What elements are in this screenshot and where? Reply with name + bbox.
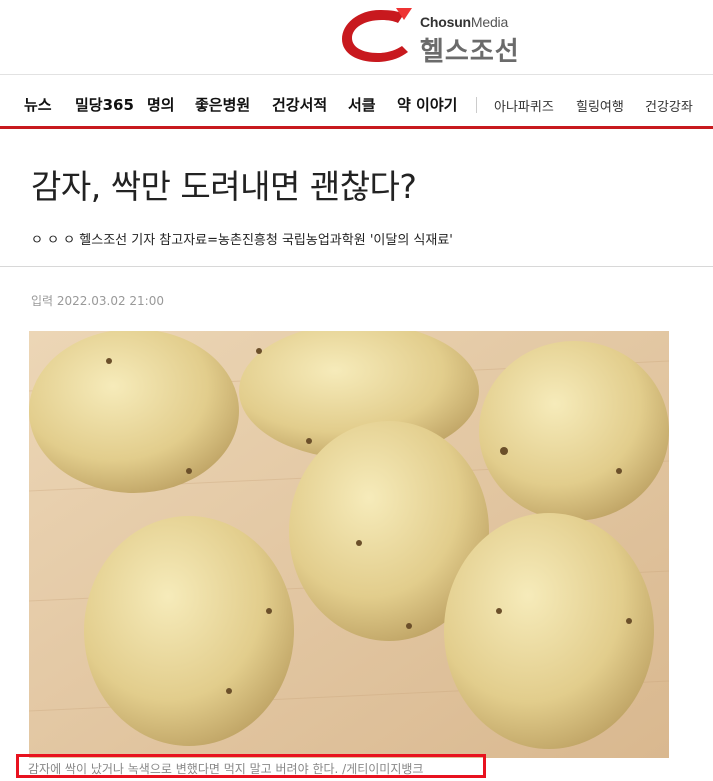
nav-item-good-hospital[interactable]: 좋은병원: [195, 94, 250, 115]
potatoes-image: [29, 331, 669, 758]
brand-english: ChosunMedia: [420, 14, 509, 30]
nav-item-myeongui[interactable]: 명의: [147, 94, 175, 115]
header-divider: [0, 266, 713, 267]
article-byline: ㅇ ㅇ ㅇ 헬스조선 기자 참고자료=농촌진흥청 국립농업과학원 '이달의 식재…: [31, 233, 453, 248]
nav-top-border: [0, 74, 713, 75]
main-nav: 뉴스 밀당365 명의 좋은병원 건강서적 서클 약 이야기 아나파퀴즈 힐링여…: [0, 84, 713, 124]
chosun-logo-icon: [342, 8, 412, 62]
nav-item-anatomy-quiz[interactable]: 아나파퀴즈: [494, 96, 554, 115]
nav-item-drug-story[interactable]: 약 이야기: [397, 94, 457, 115]
nav-accent-bar: [0, 126, 713, 129]
nav-item-news[interactable]: 뉴스: [24, 94, 52, 115]
publish-date: 입력 2022.03.02 21:00: [31, 294, 164, 308]
photo-caption: 감자에 싹이 났거나 녹색으로 변했다면 먹지 말고 버려야 한다. /게티이미…: [28, 762, 424, 776]
nav-item-mildang365[interactable]: 밀당365: [75, 94, 134, 115]
site-logo[interactable]: ChosunMedia 헬스조선: [338, 6, 558, 67]
brand-korean: 헬스조선: [420, 37, 520, 67]
article-title: 감자, 싹만 도려내면 괜찮다?: [31, 167, 417, 206]
nav-item-health-lecture[interactable]: 건강강좌: [645, 96, 693, 115]
nav-separator: [476, 97, 477, 113]
article-photo: [29, 331, 669, 758]
nav-item-circle[interactable]: 서클: [348, 94, 376, 115]
nav-item-health-books[interactable]: 건강서적: [272, 94, 327, 115]
nav-item-healing-travel[interactable]: 힐링여행: [576, 96, 624, 115]
